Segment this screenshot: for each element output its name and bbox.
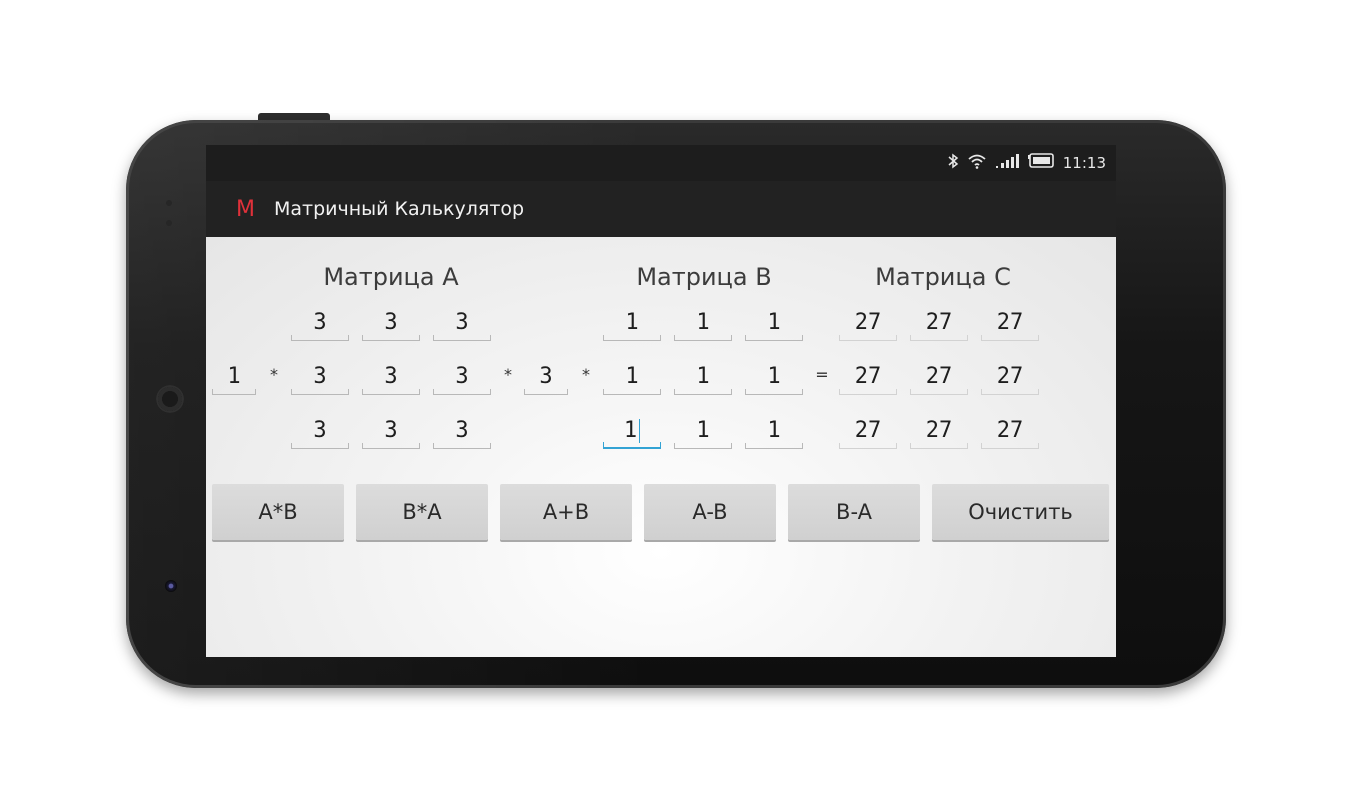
app-title: Матричный Калькулятор (274, 198, 525, 220)
matrix-b-cell[interactable]: 1 (673, 359, 733, 395)
matrix-b-cell[interactable]: 1 (673, 305, 733, 341)
matrix-c-cell[interactable]: 27 (909, 305, 969, 341)
matrix-a-cell[interactable]: 3 (432, 413, 492, 449)
a-plus-b-button[interactable]: A+B (500, 484, 632, 540)
a-times-b-button[interactable]: A*B (212, 484, 344, 540)
matrix-b-title: Матрица B (636, 263, 772, 291)
matrix-a-cell[interactable]: 3 (290, 305, 350, 341)
b-times-a-button[interactable]: B*A (356, 484, 488, 540)
matrix-c-title: Матрица C (875, 263, 1011, 291)
signal-icon (995, 153, 1019, 173)
matrix-a-cell[interactable]: 3 (290, 413, 350, 449)
matrix-c-cell[interactable]: 27 (838, 359, 898, 395)
multiply-operator: * (504, 365, 512, 384)
battery-icon (1027, 153, 1055, 173)
app-icon: M (236, 196, 255, 222)
matrix-b-cell[interactable]: 1 (602, 359, 662, 395)
matrix-b-cell[interactable]: 1 (744, 305, 804, 341)
matrix-a-title: Матрица A (323, 263, 459, 291)
matrix-b-cell[interactable]: 1 (744, 413, 804, 449)
matrix-a-cell[interactable]: 3 (361, 413, 421, 449)
equals-operator: = (815, 365, 829, 384)
status-icons: 11:13 (947, 153, 1106, 173)
status-bar: 11:13 (206, 145, 1116, 181)
matrix-b-cell-focused[interactable]: 1 (602, 413, 662, 449)
speaker-grille (156, 385, 184, 413)
status-time: 11:13 (1062, 154, 1106, 172)
matrix-b-cell[interactable]: 1 (602, 305, 662, 341)
multiply-operator: * (582, 365, 590, 384)
matrix-a-cell[interactable]: 3 (432, 305, 492, 341)
matrix-c-cell[interactable]: 27 (980, 359, 1040, 395)
matrix-a-cell[interactable]: 3 (361, 305, 421, 341)
front-camera (165, 580, 177, 592)
bluetooth-icon (947, 153, 959, 173)
matrix-b-cell[interactable]: 1 (673, 413, 733, 449)
text-caret (639, 419, 641, 443)
sensor-dot (166, 200, 172, 206)
matrix-a-cell[interactable]: 3 (290, 359, 350, 395)
matrix-c-cell[interactable]: 27 (980, 305, 1040, 341)
a-minus-b-button[interactable]: A-B (644, 484, 776, 540)
matrix-a-cell[interactable]: 3 (361, 359, 421, 395)
matrix-b-cell[interactable]: 1 (744, 359, 804, 395)
wifi-icon (967, 153, 987, 173)
coefficient-a-input[interactable]: 1 (211, 359, 257, 395)
coefficient-b-input[interactable]: 3 (523, 359, 569, 395)
matrix-c-cell[interactable]: 27 (980, 413, 1040, 449)
matrix-a-cell[interactable]: 3 (432, 359, 492, 395)
matrix-c-cell[interactable]: 27 (838, 413, 898, 449)
sensor-dot (166, 220, 172, 226)
b-minus-a-button[interactable]: B-A (788, 484, 920, 540)
matrix-b-cell-value: 1 (623, 418, 638, 443)
multiply-operator: * (270, 365, 278, 384)
matrix-c-cell[interactable]: 27 (909, 359, 969, 395)
matrix-c-cell[interactable]: 27 (909, 413, 969, 449)
clear-button[interactable]: Очистить (932, 484, 1109, 540)
matrix-c-cell[interactable]: 27 (838, 305, 898, 341)
calculator-content: Матрица A Матрица B Матрица C 1 * 3 3 3 … (206, 237, 1116, 657)
action-bar: M Матричный Калькулятор (206, 181, 1116, 237)
screen: 11:13 M Матричный Калькулятор Матрица A … (206, 145, 1116, 657)
